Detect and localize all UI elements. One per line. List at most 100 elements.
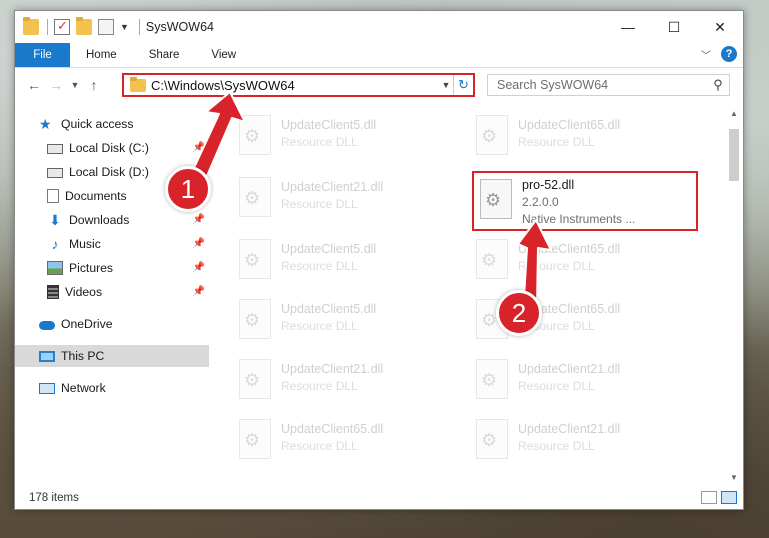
sidebar-item-downloads[interactable]: ⬇ Downloads 📌 [15,209,209,231]
help-icon[interactable]: ? [721,46,737,62]
new-folder-icon[interactable] [76,17,92,35]
dll-file-icon [480,179,512,219]
close-button[interactable]: ✕ [697,11,743,43]
window-title: SysWOW64 [145,20,214,34]
dll-file-icon [239,115,271,155]
file-type: Resource DLL [281,439,358,453]
address-path[interactable]: C:\Windows\SysWOW64 [151,78,439,93]
details-view-icon[interactable] [701,491,717,504]
item-count: 178 items [29,492,79,504]
sidebar-item-this-pc[interactable]: This PC [15,345,209,367]
explorer-window: ▼ SysWOW64 — ☐ ✕ File Home Share View ﹀ … [14,10,744,510]
dll-file-icon [476,359,508,399]
address-history-chevron-icon[interactable]: ▼ [439,80,453,90]
file-tile[interactable]: UpdateClient21.dll Resource DLL [227,171,447,227]
ribbon-tabs: File Home Share View ﹀ ? [15,43,743,68]
file-tile[interactable]: UpdateClient21.dll Resource DLL [464,413,684,469]
file-name: UpdateClient65.dll [281,422,384,436]
pin-icon: 📌 [192,142,205,153]
search-icon[interactable]: ⚲ [707,77,729,93]
sidebar-item-pictures[interactable]: Pictures 📌 [15,257,209,279]
disk-icon [47,168,63,178]
file-tile[interactable]: UpdateClient5.dll Resource DLL [227,109,447,165]
file-name: UpdateClient5.dll [281,302,377,316]
ribbon-right: ﹀ ? [701,46,737,62]
vertical-scrollbar[interactable]: ▲ ▼ [727,107,741,485]
scrollbar-thumb[interactable] [729,129,739,181]
sidebar-item-label: Downloads [69,213,130,227]
sidebar-item-quick-access[interactable]: ★ Quick access [15,113,209,135]
sidebar-item-music[interactable]: ♪ Music 📌 [15,233,209,255]
expand-ribbon-chevron-icon[interactable]: ﹀ [701,47,711,62]
file-name: UpdateClient5.dll [281,242,377,256]
star-icon: ★ [39,116,52,132]
tab-share[interactable]: Share [133,43,196,67]
customize-icon[interactable] [98,19,114,35]
address-bar[interactable]: C:\Windows\SysWOW64 ▼ ↻ [122,73,475,97]
scroll-up-icon[interactable]: ▲ [727,107,741,121]
minimize-button[interactable]: — [605,11,651,43]
dll-file-icon [476,419,508,459]
maximize-button[interactable]: ☐ [651,11,697,43]
disk-icon [47,144,63,154]
file-name: UpdateClient65.dll [518,118,621,132]
sidebar-item-network[interactable]: Network [15,377,209,399]
sidebar-item-local-disk-c[interactable]: Local Disk (C:) 📌 [15,137,209,159]
file-name: pro-52.dll [522,178,575,192]
file-tile[interactable]: UpdateClient65.dll Resource DLL [227,413,447,469]
recent-locations-chevron-icon[interactable]: ▼ [67,80,83,90]
pin-icon: 📌 [192,238,205,249]
dll-file-icon [239,299,271,339]
tab-file[interactable]: File [15,43,70,67]
tab-view[interactable]: View [195,43,252,67]
file-type: Resource DLL [518,379,595,393]
sidebar-item-label: Network [61,381,106,395]
scroll-down-icon[interactable]: ▼ [727,471,741,485]
file-name: UpdateClient21.dll [518,362,621,376]
file-type: Resource DLL [518,439,595,453]
navigation-bar: ← → ▼ ↑ C:\Windows\SysWOW64 ▼ ↻ ⚲ [15,71,743,99]
sidebar-item-label: Videos [65,285,103,299]
file-type: Resource DLL [518,259,595,273]
music-icon: ♪ [51,236,59,252]
folder-icon[interactable] [23,17,39,35]
file-type: Resource DLL [518,135,595,149]
window-controls: — ☐ ✕ [605,11,743,43]
properties-check-icon[interactable] [54,18,70,35]
refresh-icon[interactable]: ↻ [453,75,473,95]
videos-icon [47,285,59,299]
file-type: Resource DLL [281,259,358,273]
sidebar-item-label: OneDrive [61,317,113,331]
file-tile[interactable]: UpdateClient65.dll Resource DLL [464,109,684,165]
file-tile[interactable]: UpdateClient65.dll Resource DLL [464,233,684,289]
quick-access-toolbar: ▼ [23,17,146,35]
sidebar-item-onedrive[interactable]: OneDrive [15,313,209,335]
up-arrow-icon[interactable]: ↑ [83,77,105,93]
file-tile-pro-52-dll[interactable]: pro-52.dll 2.2.0.0 Native Instruments ... [472,171,698,231]
view-switcher [697,491,737,504]
file-tile[interactable]: UpdateClient5.dll Resource DLL [227,233,447,289]
chevron-down-icon[interactable]: ▼ [120,22,129,32]
dll-file-icon [239,359,271,399]
file-tile[interactable]: UpdateClient21.dll Resource DLL [464,353,684,409]
folder-icon [130,76,146,92]
this-pc-icon [39,350,55,362]
back-arrow-icon[interactable]: ← [23,77,45,93]
sidebar-item-label: Local Disk (C:) [69,141,149,155]
sidebar-item-videos[interactable]: Videos 📌 [15,281,209,303]
dll-file-icon [476,115,508,155]
status-bar: 178 items [15,487,743,509]
pictures-icon [47,261,63,275]
search-input[interactable] [497,78,707,92]
file-name: UpdateClient21.dll [281,180,384,194]
file-tile[interactable]: UpdateClient5.dll Resource DLL [227,293,447,349]
tab-home[interactable]: Home [70,43,133,67]
search-box[interactable]: ⚲ [487,74,730,96]
tiles-view-icon[interactable] [721,491,737,504]
annotation-badge-2: 2 [496,290,542,336]
file-type: Resource DLL [281,197,358,211]
pin-icon: 📌 [192,214,205,225]
network-icon [39,382,55,394]
file-tile[interactable]: UpdateClient21.dll Resource DLL [227,353,447,409]
forward-arrow-icon[interactable]: → [45,77,67,93]
